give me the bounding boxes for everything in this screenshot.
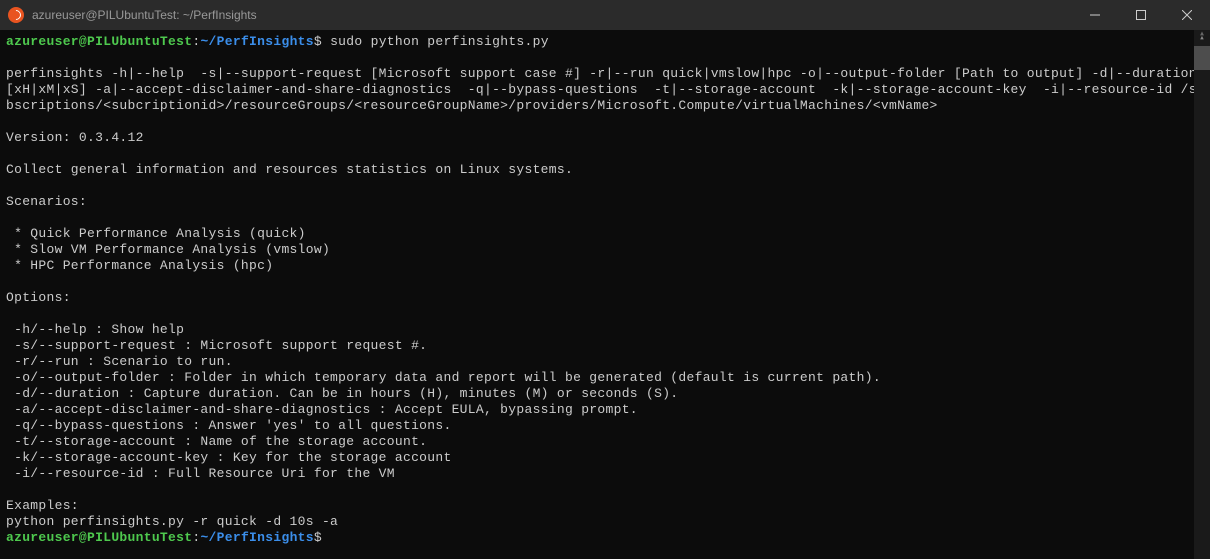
window-titlebar: azureuser@PILUbuntuTest: ~/PerfInsights: [0, 0, 1210, 30]
option-item: -t/--storage-account : Name of the stora…: [6, 434, 427, 449]
scenario-item: * HPC Performance Analysis (hpc): [6, 258, 273, 273]
terminal-output[interactable]: azureuser@PILUbuntuTest:~/PerfInsights$ …: [0, 30, 1210, 559]
option-item: -d/--duration : Capture duration. Can be…: [6, 386, 678, 401]
version-line: Version: 0.3.4.12: [6, 130, 144, 145]
option-item: -h/--help : Show help: [6, 322, 184, 337]
prompt-dollar: $: [314, 34, 322, 49]
examples-header: Examples:: [6, 498, 79, 513]
prompt-path: ~/PerfInsights: [200, 34, 313, 49]
scenario-item: * Quick Performance Analysis (quick): [6, 226, 306, 241]
close-button[interactable]: [1164, 0, 1210, 30]
ubuntu-icon: [8, 7, 24, 23]
usage-line: [xH|xM|xS] -a|--accept-disclaimer-and-sh…: [6, 82, 1205, 97]
prompt-path: ~/PerfInsights: [200, 530, 313, 545]
option-item: -k/--storage-account-key : Key for the s…: [6, 450, 452, 465]
option-item: -q/--bypass-questions : Answer 'yes' to …: [6, 418, 452, 433]
window-controls: [1072, 0, 1210, 30]
option-item: -i/--resource-id : Full Resource Uri for…: [6, 466, 395, 481]
example-item: python perfinsights.py -r quick -d 10s -…: [6, 514, 338, 529]
prompt-user: azureuser@PILUbuntuTest: [6, 530, 192, 545]
vertical-scrollbar[interactable]: ▴: [1194, 30, 1210, 559]
prompt-user: azureuser@PILUbuntuTest: [6, 34, 192, 49]
minimize-button[interactable]: [1072, 0, 1118, 30]
description-line: Collect general information and resource…: [6, 162, 573, 177]
maximize-button[interactable]: [1118, 0, 1164, 30]
option-item: -s/--support-request : Microsoft support…: [6, 338, 427, 353]
usage-line: bscriptions/<subcriptionid>/resourceGrou…: [6, 98, 938, 113]
scenarios-header: Scenarios:: [6, 194, 87, 209]
option-item: -o/--output-folder : Folder in which tem…: [6, 370, 881, 385]
option-item: -r/--run : Scenario to run.: [6, 354, 233, 369]
options-header: Options:: [6, 290, 71, 305]
scrollbar-thumb[interactable]: [1194, 46, 1210, 70]
scenario-item: * Slow VM Performance Analysis (vmslow): [6, 242, 330, 257]
usage-line: perfinsights -h|--help -s|--support-requ…: [6, 66, 1197, 81]
window-title: azureuser@PILUbuntuTest: ~/PerfInsights: [32, 8, 1072, 22]
command-text: sudo python perfinsights.py: [322, 34, 549, 49]
option-item: -a/--accept-disclaimer-and-share-diagnos…: [6, 402, 638, 417]
prompt-dollar: $: [314, 530, 322, 545]
